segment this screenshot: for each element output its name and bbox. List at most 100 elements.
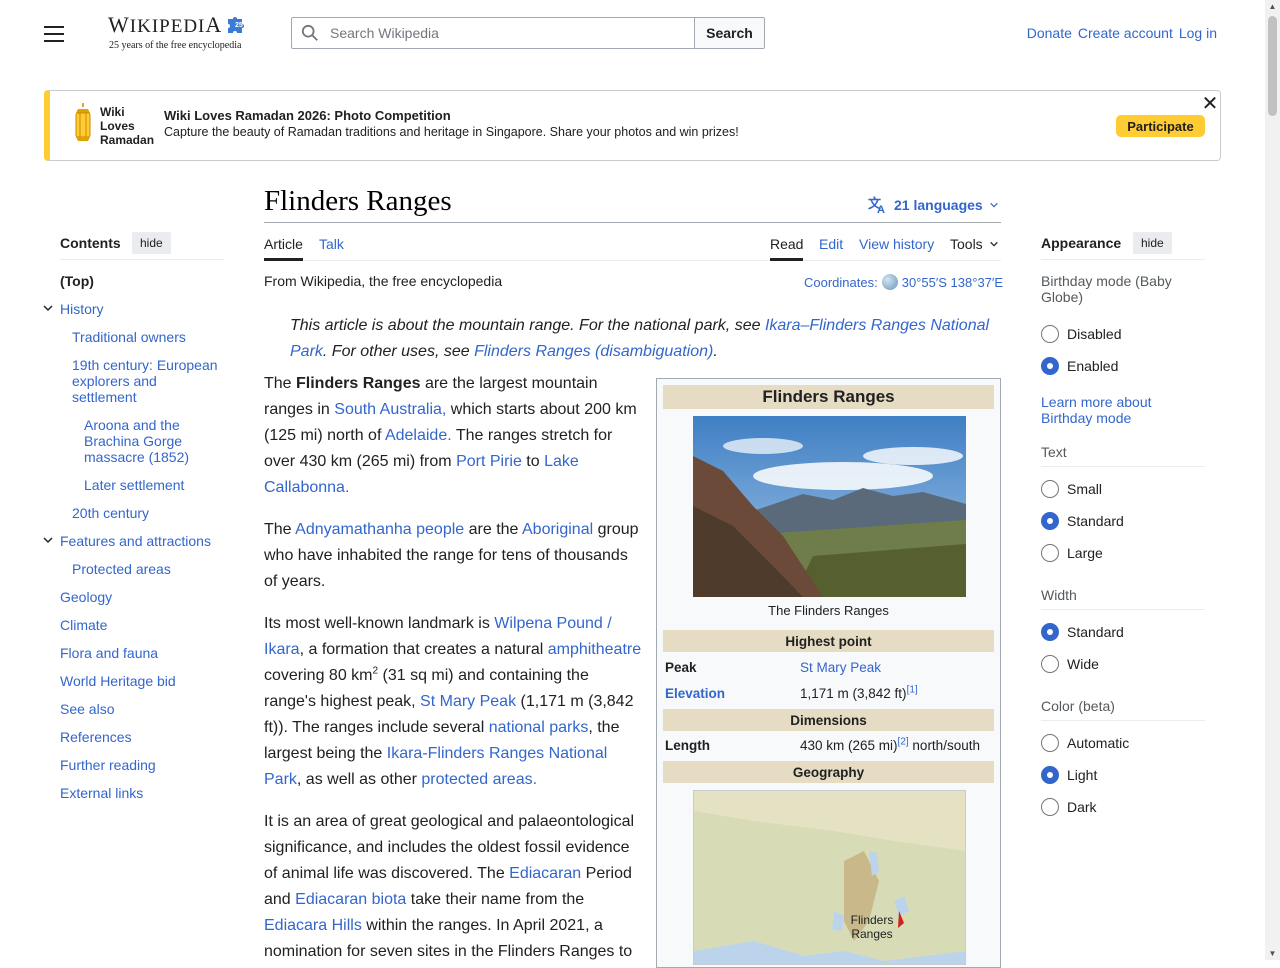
link-national-parks[interactable]: national parks <box>489 719 589 736</box>
toc-item-world-heritage[interactable]: World Heritage bid <box>60 673 176 689</box>
toc-hide-button[interactable]: hide <box>132 232 171 254</box>
toc-item-traditional-owners[interactable]: Traditional owners <box>72 329 186 345</box>
search-input[interactable] <box>328 24 668 42</box>
location-map[interactable]: Flinders Ranges <box>693 790 966 965</box>
wikipedia-logo[interactable]: WIKIPEDIA 25 25 years of the free encycl… <box>108 10 258 56</box>
radio-icon <box>1041 655 1059 673</box>
link-ediacara-hills[interactable]: Ediacara Hills <box>264 917 362 934</box>
toc-item-aroona-massacre[interactable]: Aroona and the Brachina Gorge massacre (… <box>84 417 214 465</box>
radio-selected-icon <box>1041 357 1059 375</box>
link-ediacaran-biota[interactable]: Ediacaran biota <box>295 891 406 908</box>
appearance-title: Appearance <box>1041 235 1122 251</box>
campaign-banner: Wiki Loves Ramadan Wiki Loves Ramadan 20… <box>44 90 1221 161</box>
page-title: Flinders Ranges <box>264 185 452 217</box>
radio-icon <box>1041 544 1059 562</box>
link-ediacaran[interactable]: Ediacaran <box>509 865 581 882</box>
coordinates[interactable]: Coordinates: 30°55′S 138°37′E <box>804 274 1003 290</box>
text-size-label: Text <box>1041 444 1067 460</box>
toc-item-history[interactable]: History <box>60 301 104 317</box>
toc-item-later-settlement[interactable]: Later settlement <box>84 477 184 493</box>
search-button[interactable]: Search <box>694 17 765 49</box>
page-scrollbar[interactable]: ▲ ▼ <box>1265 0 1280 960</box>
radio-text-small[interactable]: Small <box>1041 480 1102 498</box>
search-box[interactable] <box>291 17 695 49</box>
link-protected-areas[interactable]: protected areas. <box>421 771 537 788</box>
globe-icon[interactable] <box>881 274 898 290</box>
toc-item-further-reading[interactable]: Further reading <box>60 757 156 773</box>
tab-edit[interactable]: Edit <box>819 236 843 252</box>
toc-item-top[interactable]: (Top) <box>60 273 94 289</box>
radio-text-large[interactable]: Large <box>1041 544 1103 562</box>
radio-width-wide[interactable]: Wide <box>1041 655 1099 673</box>
divider <box>1041 609 1205 610</box>
site-subtitle: From Wikipedia, the free encyclopedia <box>264 273 503 289</box>
hamburger-menu-icon[interactable] <box>40 22 68 44</box>
divider <box>1041 466 1205 467</box>
log-in-link[interactable]: Log in <box>1179 25 1217 41</box>
tab-article[interactable]: Article <box>264 236 303 252</box>
radio-selected-icon <box>1041 766 1059 784</box>
link-port-pirie[interactable]: Port Pirie <box>456 453 522 470</box>
infobox-peak-value[interactable]: St Mary Peak <box>800 660 881 675</box>
ref-2-link[interactable]: [2] <box>898 737 909 748</box>
chevron-down-icon <box>989 241 998 247</box>
scroll-down-arrow-icon[interactable]: ▼ <box>1268 949 1277 958</box>
create-account-link[interactable]: Create account <box>1078 25 1173 41</box>
width-label: Width <box>1041 587 1077 603</box>
radio-birthday-enabled[interactable]: Enabled <box>1041 357 1118 375</box>
title-divider <box>264 222 1001 223</box>
radio-color-automatic[interactable]: Automatic <box>1041 734 1129 752</box>
infobox-photo[interactable] <box>693 416 966 597</box>
infobox-elevation-label[interactable]: Elevation <box>665 686 725 701</box>
infobox-elevation-value: 1,171 m (3,842 ft)[1] <box>800 684 918 701</box>
scroll-up-arrow-icon[interactable]: ▲ <box>1268 2 1277 11</box>
toc-item-features[interactable]: Features and attractions <box>60 533 211 549</box>
chevron-down-icon[interactable] <box>42 302 54 314</box>
toc-item-references[interactable]: References <box>60 729 132 745</box>
radio-color-dark[interactable]: Dark <box>1041 798 1097 816</box>
close-icon[interactable]: ✕ <box>1201 94 1219 114</box>
tools-dropdown[interactable]: Tools <box>950 236 999 252</box>
appearance-header: Appearance hide <box>1041 232 1205 260</box>
toc-item-20th-century[interactable]: 20th century <box>72 505 149 521</box>
link-adnyamathanha[interactable]: Adnyamathanha people <box>295 521 464 538</box>
toc-item-flora-fauna[interactable]: Flora and fauna <box>60 645 158 661</box>
link-amphitheatre[interactable]: amphitheatre <box>548 641 641 658</box>
paragraph-intro: The Flinders Ranges are the largest moun… <box>264 375 637 496</box>
toc-item-protected-areas[interactable]: Protected areas <box>72 561 171 577</box>
banner-description: Capture the beauty of Ramadan traditions… <box>164 125 739 139</box>
languages-button[interactable]: 文 A 21 languages <box>868 196 999 214</box>
infobox-peak-label: Peak <box>665 660 697 675</box>
toc-item-geology[interactable]: Geology <box>60 589 112 605</box>
radio-text-standard[interactable]: Standard <box>1041 512 1124 530</box>
infobox-length-label: Length <box>665 738 710 753</box>
tab-read[interactable]: Read <box>770 236 803 252</box>
toc-item-european-explorers[interactable]: 19th century: European explorers and set… <box>72 357 222 405</box>
hatnote: This article is about the mountain range… <box>290 317 990 360</box>
radio-birthday-disabled[interactable]: Disabled <box>1041 325 1121 343</box>
coordinates-value[interactable]: 30°55′S 138°37′E <box>902 275 1003 290</box>
hatnote-link-disambiguation[interactable]: Flinders Ranges (disambiguation) <box>474 343 713 360</box>
radio-color-light[interactable]: Light <box>1041 766 1097 784</box>
link-aboriginal[interactable]: Aboriginal <box>522 521 593 538</box>
link-south-australia[interactable]: South Australia, <box>334 401 446 418</box>
tab-talk[interactable]: Talk <box>319 236 344 252</box>
appearance-hide-button[interactable]: hide <box>1133 232 1172 254</box>
toc-item-external-links[interactable]: External links <box>60 785 143 801</box>
donate-link[interactable]: Donate <box>1027 25 1072 41</box>
infobox: Flinders Ranges The Flinders Ranges High… <box>656 378 1001 968</box>
ref-1-link[interactable]: [1] <box>907 685 918 696</box>
link-adelaide[interactable]: Adelaide. <box>385 427 452 444</box>
participate-button[interactable]: Participate <box>1116 115 1205 137</box>
radio-width-standard[interactable]: Standard <box>1041 623 1124 641</box>
translate-icon: 文 A <box>868 196 885 214</box>
tab-view-history[interactable]: View history <box>859 236 934 252</box>
scroll-thumb[interactable] <box>1268 16 1277 116</box>
chevron-down-icon[interactable] <box>42 534 54 546</box>
radio-selected-icon <box>1041 512 1059 530</box>
toc-item-climate[interactable]: Climate <box>60 617 107 633</box>
link-st-mary-peak[interactable]: St Mary Peak <box>420 693 516 710</box>
toc-item-see-also[interactable]: See also <box>60 701 114 717</box>
birthday-mode-link[interactable]: Learn more about Birthday mode <box>1041 394 1191 426</box>
infobox-highest-point-header: Highest point <box>663 630 994 652</box>
